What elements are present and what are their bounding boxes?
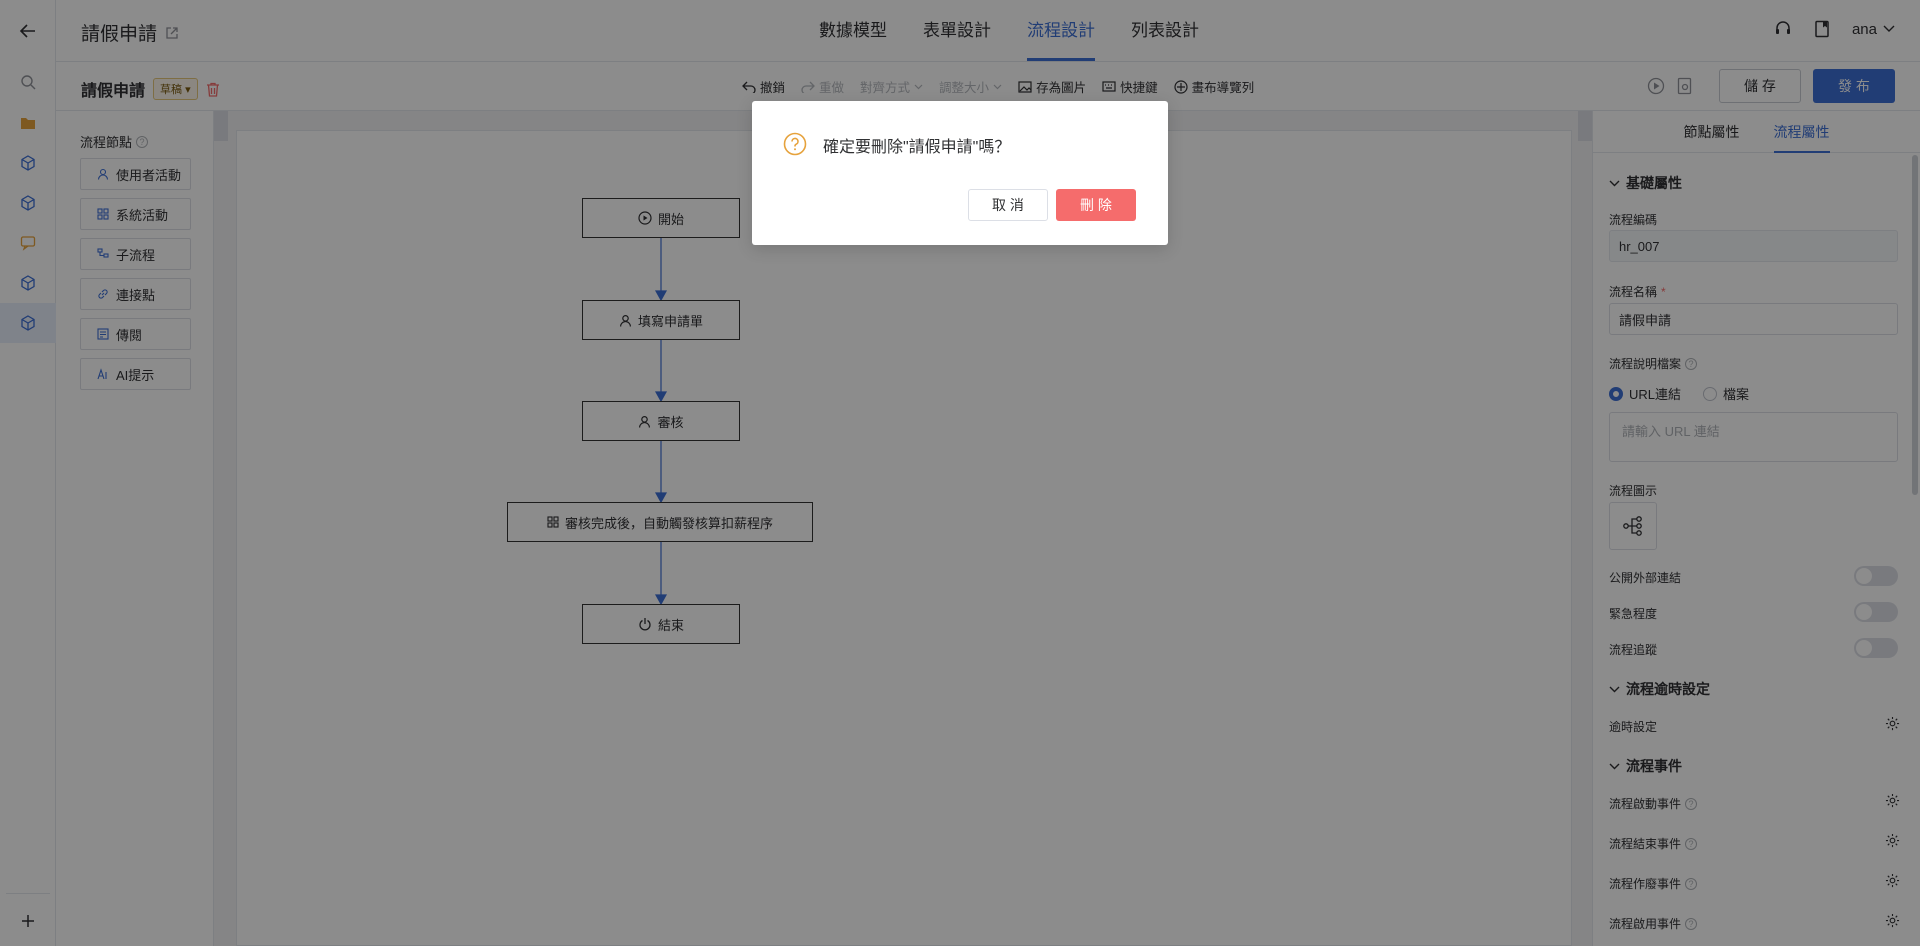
delete-button[interactable]: 刪 除 (1056, 189, 1136, 221)
cancel-button[interactable]: 取 消 (968, 189, 1048, 221)
question-circle-icon (783, 132, 807, 156)
dialog-message: 確定要刪除"請假申請"嗎？ (823, 139, 1011, 156)
delete-confirm-dialog: 確定要刪除"請假申請"嗎？ 取 消 刪 除 (752, 101, 1168, 245)
